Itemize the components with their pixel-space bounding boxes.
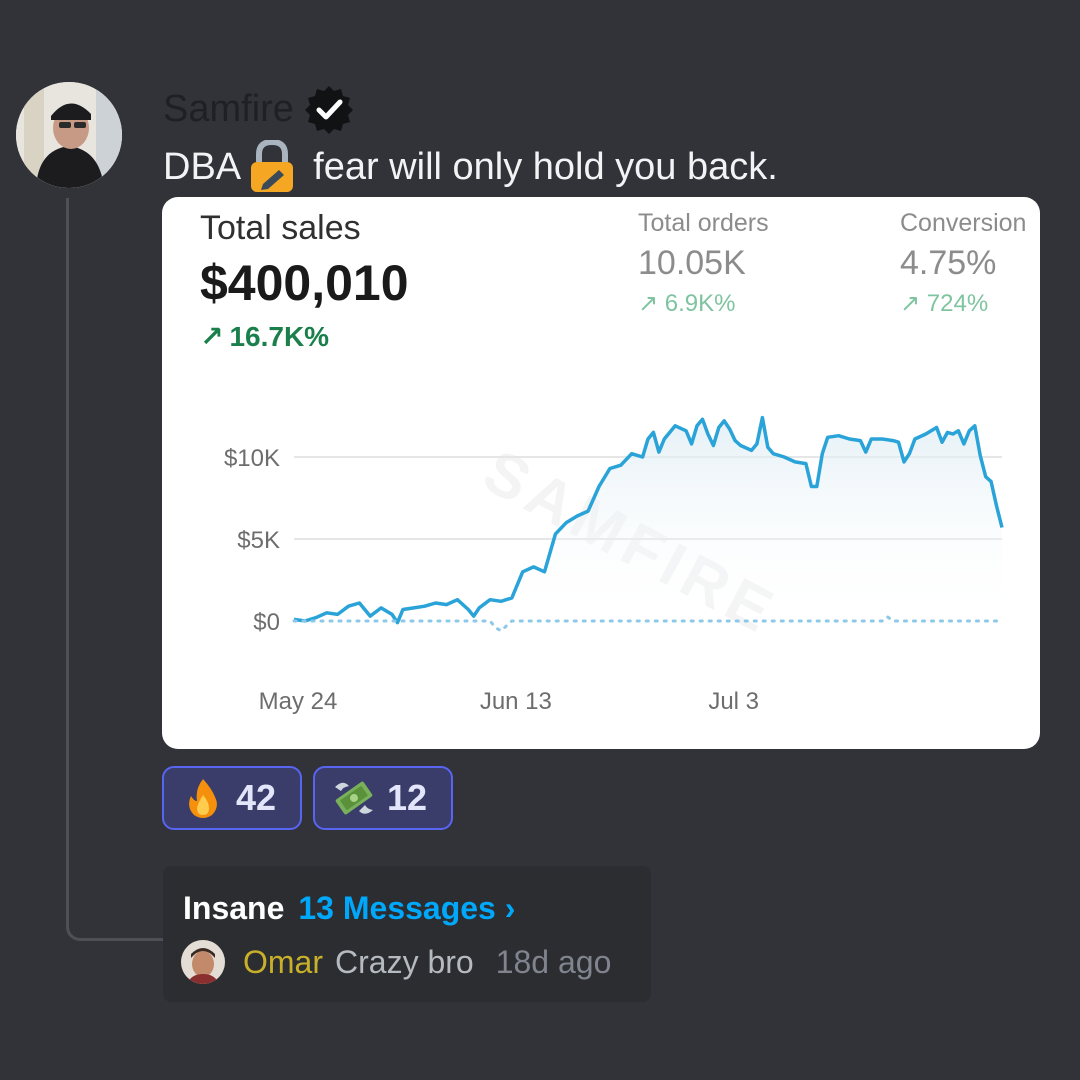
conversion-change-value: 724% <box>926 290 989 317</box>
arrow-up-right-icon: ↗ <box>638 290 665 317</box>
conversion-metric: Conversion 4.75% ↗ 724% <box>900 209 1026 318</box>
total-orders-change: ↗ 6.9K% <box>638 289 769 318</box>
y-tick-label: $5K <box>237 527 280 554</box>
last-message-text: Crazy bro <box>335 943 474 980</box>
money-with-wings-emoji-icon <box>335 781 373 815</box>
thread-header: Insane 13 Messages › <box>183 890 515 927</box>
x-tick-label: May 24 <box>259 688 338 715</box>
last-author-avatar[interactable] <box>181 940 225 984</box>
conversion-value: 4.75% <box>900 244 997 282</box>
reaction-count: 42 <box>236 777 277 818</box>
conversion-change: ↗ 724% <box>900 289 1026 318</box>
reaction-count: 12 <box>387 777 428 818</box>
thread-name[interactable]: Insane <box>183 890 284 926</box>
thread-message-count-link[interactable]: 13 Messages › <box>298 890 515 926</box>
series-area-fill <box>294 417 1002 623</box>
total-sales-change-value: 16.7K% <box>229 321 330 352</box>
total-orders-value: 10.05K <box>638 244 746 282</box>
thread-connector <box>66 198 169 941</box>
author-row: Samfire <box>163 84 354 134</box>
x-tick-label: Jul 3 <box>708 688 759 715</box>
conversion-label: Conversion <box>900 209 1027 237</box>
total-sales-value: $400,010 <box>200 255 409 311</box>
x-tick-label: Jun 13 <box>480 688 552 715</box>
total-sales-label: Total sales <box>200 209 361 247</box>
verified-badge-icon <box>304 86 353 134</box>
author-avatar[interactable] <box>16 82 122 188</box>
y-tick-label: $0 <box>253 609 280 636</box>
y-tick-label: $10K <box>224 445 280 472</box>
message-text-start: DBA <box>163 145 242 188</box>
author-name[interactable]: Samfire <box>163 88 294 131</box>
fire-emoji-icon <box>189 779 217 818</box>
lock-with-pen-icon <box>251 140 294 192</box>
reaction-money-with-wings[interactable]: 12 <box>313 766 453 830</box>
total-orders-label: Total orders <box>638 209 769 237</box>
reaction-fire[interactable]: 42 <box>162 766 302 830</box>
total-sales-metric: Total sales $400,010 ↗ 16.7K% <box>200 209 409 353</box>
message-content: DBA fear will only hold you back. <box>163 140 778 194</box>
arrow-up-right-icon: ↗ <box>200 321 224 352</box>
thread-last-message: Omar Crazy bro 18d ago <box>181 940 611 984</box>
arrow-up-right-icon: ↗ <box>900 290 927 317</box>
last-author-avatar-image <box>181 940 225 984</box>
last-author-name[interactable]: Omar <box>243 944 323 981</box>
thread-preview[interactable]: Insane 13 Messages › Omar Crazy bro 18d a… <box>163 866 651 1002</box>
message-text-end: fear will only hold you back. <box>313 145 778 188</box>
last-message-time: 18d ago <box>495 943 612 980</box>
author-avatar-image <box>16 82 122 188</box>
total-orders-change-value: 6.9K% <box>664 290 736 317</box>
total-orders-metric: Total orders 10.05K ↗ 6.9K% <box>638 209 769 318</box>
total-sales-change: ↗ 16.7K% <box>200 320 409 353</box>
sales-dashboard-image[interactable]: SAMFIRE $10K$5K$0May 24Jun 13Jul 3 Total… <box>162 197 1040 749</box>
